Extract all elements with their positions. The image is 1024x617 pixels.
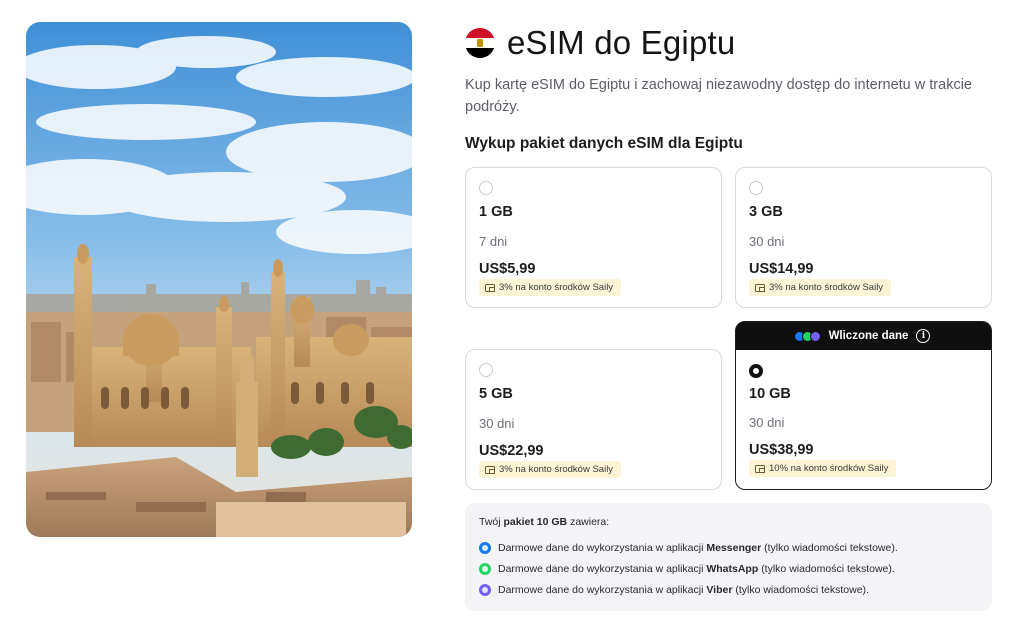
summary-item-note: (tylko wiadomości tekstowe). [764,542,898,554]
summary-item-whatsapp: Darmowe dane do wykorzystania w aplikacj… [479,563,895,575]
plan-price: US$14,99 [749,261,814,277]
cashback-badge: 3% na konto środków Saily [479,279,622,296]
summary-item-messenger: Darmowe dane do wykorzystania w aplikacj… [479,542,898,554]
package-summary: Twój pakiet 10 GB zawiera: Darmowe dane … [465,503,992,611]
included-data-label: Wliczone dane [828,330,909,342]
egypt-flag-icon [465,28,495,58]
viber-icon [809,330,821,342]
plan-duration: 30 dni [749,234,785,249]
destination-photo [26,22,412,537]
plan-duration: 30 dni [479,416,515,431]
summary-item-text: Darmowe dane do wykorzystania w aplikacj… [498,542,704,554]
app-icons-group [793,330,821,342]
summary-item-note: (tylko wiadomości tekstowe). [761,563,895,575]
plan-price: US$5,99 [479,261,536,277]
plan-price: US$22,99 [479,443,544,459]
cashback-text: 3% na konto środków Saily [499,282,614,293]
wallet-icon [485,465,495,474]
wallet-icon [755,464,765,473]
page-title: eSIM do Egiptu [507,24,736,61]
summary-item-text: Darmowe dane do wykorzystania w aplikacj… [498,563,704,575]
plan-price: US$38,99 [749,442,814,458]
viber-icon [479,584,491,596]
plan-card-5gb[interactable]: 5 GB 30 dni US$22,99 3% na konto środków… [465,349,722,490]
wallet-icon [755,283,765,292]
plan-duration: 7 dni [479,234,508,249]
summary-suffix: zawiera: [570,516,610,528]
plan-data-amount: 5 GB [479,386,513,402]
whatsapp-icon [479,563,491,575]
wallet-icon [485,283,495,292]
info-icon[interactable]: i [916,329,931,343]
plan-radio[interactable] [749,364,763,378]
summary-item-app: Messenger [706,542,762,554]
cashback-text: 10% na konto środków Saily [769,463,889,474]
cashback-badge: 10% na konto środków Saily [749,460,897,477]
cashback-text: 3% na konto środków Saily [769,282,884,293]
plans-heading: Wykup pakiet danych eSIM dla Egiptu [465,135,743,152]
summary-prefix: Twój [479,516,501,528]
cashback-badge: 3% na konto środków Saily [479,461,622,478]
summary-item-app: Viber [706,584,733,596]
plan-card-3gb[interactable]: 3 GB 30 dni US$14,99 3% na konto środków… [735,167,992,308]
summary-package: pakiet 10 GB [503,516,568,528]
summary-item-app: WhatsApp [706,563,759,575]
cashback-badge: 3% na konto środków Saily [749,279,892,296]
included-data-banner: Wliczone dane i [736,322,991,350]
plan-data-amount: 3 GB [749,204,783,220]
plan-data-amount: 10 GB [749,386,791,402]
messenger-icon [479,542,491,554]
summary-item-viber: Darmowe dane do wykorzystania w aplikacj… [479,584,869,596]
summary-item-text: Darmowe dane do wykorzystania w aplikacj… [498,584,704,596]
plan-radio[interactable] [749,181,763,195]
summary-heading: Twój pakiet 10 GB zawiera: [479,516,609,528]
cashback-text: 3% na konto środków Saily [499,464,614,475]
plan-radio[interactable] [479,181,493,195]
plan-card-10gb[interactable]: Wliczone dane i 10 GB 30 dni US$38,99 10… [735,321,992,490]
summary-item-note: (tylko wiadomości tekstowe). [735,584,869,596]
title-row: eSIM do Egiptu [465,24,735,62]
plan-radio[interactable] [479,363,493,377]
plan-card-1gb[interactable]: 1 GB 7 dni US$5,99 3% na konto środków S… [465,167,722,308]
plan-duration: 30 dni [749,415,785,430]
page-subtitle: Kup kartę eSIM do Egiptu i zachowaj niez… [465,77,972,115]
plan-data-amount: 1 GB [479,204,513,220]
